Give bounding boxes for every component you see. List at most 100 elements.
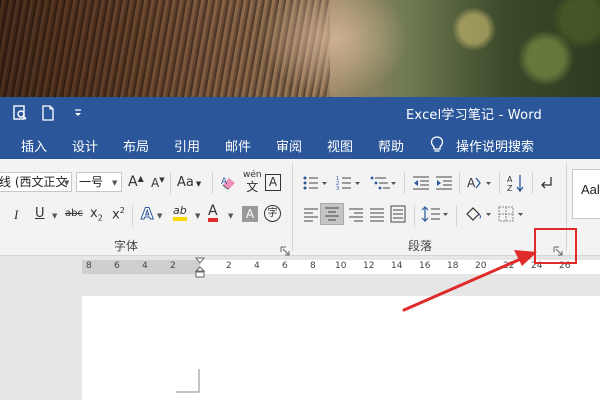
tell-me-search[interactable]: 操作说明搜索 [456,136,534,155]
tab-references[interactable]: 引用 [174,136,200,155]
eraser-icon[interactable]: A [220,174,238,195]
tab-view[interactable]: 视图 [327,136,353,155]
change-case-button[interactable]: Aa ▼ [177,175,201,190]
align-right-icon[interactable] [348,207,364,226]
font-name-value: 线 (西文正文 [0,175,68,189]
align-left-icon[interactable] [303,207,319,226]
subscript-suffix: 2 [97,213,103,223]
character-shading-button[interactable]: A [242,206,258,222]
character-border-button[interactable]: A [265,174,281,191]
borders-icon[interactable] [498,206,528,226]
phonetic-bottom-label: 文 [246,180,259,194]
enclose-characters-button[interactable]: 字 [264,205,281,222]
ruler-tick: 20 [475,261,487,271]
bullets-icon[interactable] [303,175,329,195]
tab-help[interactable]: 帮助 [378,136,404,155]
decrease-indent-icon[interactable] [412,175,430,195]
highlight-button[interactable]: ab [173,204,187,221]
ruler-tick: 2 [170,261,176,271]
justify-icon[interactable] [369,207,385,226]
new-document-icon[interactable] [40,105,56,121]
phonetic-guide-button[interactable]: wén 文 [243,170,262,194]
phonetic-top-label: wén [243,170,262,180]
margin-corner-mark [176,369,200,393]
underline-caret-icon: ▼ [52,212,58,220]
divider [499,172,500,194]
ruler-tick: 4 [142,261,148,271]
superscript-suffix: 2 [119,206,125,215]
divider [132,205,133,227]
font-size-caret-icon: ▼ [112,179,118,187]
style-preview-label: Aal [581,182,600,197]
styles-gallery[interactable]: Aal [572,169,600,219]
ruler-left-margin [82,260,200,274]
font-color-button[interactable]: A [208,204,218,222]
window-title: Excel学习笔记 - Word [406,108,543,123]
sort-icon[interactable]: AZ [506,173,526,197]
ribbon-home: 线 (西文正文 ▼ 一号 ▼ A▲ A▼ Aa ▼ A wén 文 A I U ▼… [0,159,600,256]
font-group-label: 字体 [114,239,139,253]
tab-insert[interactable]: 插入 [21,136,47,155]
ruler-tick: 8 [310,261,316,271]
ruler-tick: 4 [254,261,260,271]
superscript-button[interactable]: x2 [112,206,125,222]
horizontal-ruler[interactable]: 8 6 4 2 2 4 6 8 10 12 14 16 18 20 22 24 … [82,257,600,278]
title-bar: Excel学习笔记 - Word [0,97,600,129]
increase-indent-icon[interactable] [435,175,453,195]
paragraph-group-label: 段落 [408,239,433,253]
grow-font-button[interactable]: A▲ [128,174,144,190]
shading-icon[interactable] [464,204,494,228]
ribbon-tabs: 插入 设计 布局 引用 邮件 审阅 视图 帮助 操作说明搜索 [0,129,600,159]
lightbulb-icon[interactable] [430,136,444,154]
font-size-value: 一号 [79,175,104,189]
document-area [0,280,600,400]
ruler-tick: 2 [226,261,232,271]
multilevel-list-icon[interactable] [370,175,398,195]
font-color-caret-icon: ▼ [228,212,234,220]
show-marks-icon[interactable] [540,175,554,195]
ruler-tick: 16 [419,261,431,271]
italic-button[interactable]: I [14,207,18,223]
chinese-layout-icon[interactable]: A [466,174,494,196]
font-name-dropdown[interactable]: 线 (西文正文 [0,172,72,192]
svg-text:A: A [507,175,513,184]
distributed-icon[interactable] [390,205,406,227]
underline-button[interactable]: U [35,206,45,221]
shrink-font-button[interactable]: A▼ [151,176,165,190]
divider [532,172,533,194]
highlight-box [534,228,577,264]
svg-text:A: A [221,177,228,187]
ruler-tick: 14 [391,261,403,271]
font-name-caret-icon: ▼ [64,179,70,187]
ruler-tick: 18 [447,261,459,271]
subscript-label: x [90,206,98,221]
strikethrough-button[interactable]: abc [65,208,83,219]
divider [414,205,415,227]
text-effects-button[interactable]: A [140,204,153,224]
subscript-button[interactable]: x2 [90,206,103,223]
ruler-tick: 6 [282,261,288,271]
numbering-icon[interactable]: 123 [336,175,362,195]
ruler-tick: 12 [363,261,375,271]
highlight-caret-icon: ▼ [195,212,201,220]
divider [212,172,213,194]
text-effects-caret-icon: ▼ [157,212,163,220]
svg-text:3: 3 [336,186,339,191]
ruler-tick: 8 [86,261,92,271]
background-photo [0,0,600,97]
superscript-label: x [112,207,120,223]
tab-design[interactable]: 设计 [72,136,98,155]
tab-review[interactable]: 审阅 [276,136,302,155]
document-page[interactable] [82,296,600,400]
align-center-icon[interactable] [320,203,344,225]
ruler-tick: 6 [114,261,120,271]
divider [456,205,457,227]
divider [459,172,460,194]
tab-layout[interactable]: 布局 [123,136,149,155]
grow-font-label: A [128,174,138,190]
customize-more-icon[interactable] [70,105,86,121]
line-spacing-icon[interactable] [421,205,451,227]
font-dialog-launcher-icon[interactable] [280,241,290,256]
print-preview-icon[interactable] [12,105,28,121]
tab-mailings[interactable]: 邮件 [225,136,251,155]
